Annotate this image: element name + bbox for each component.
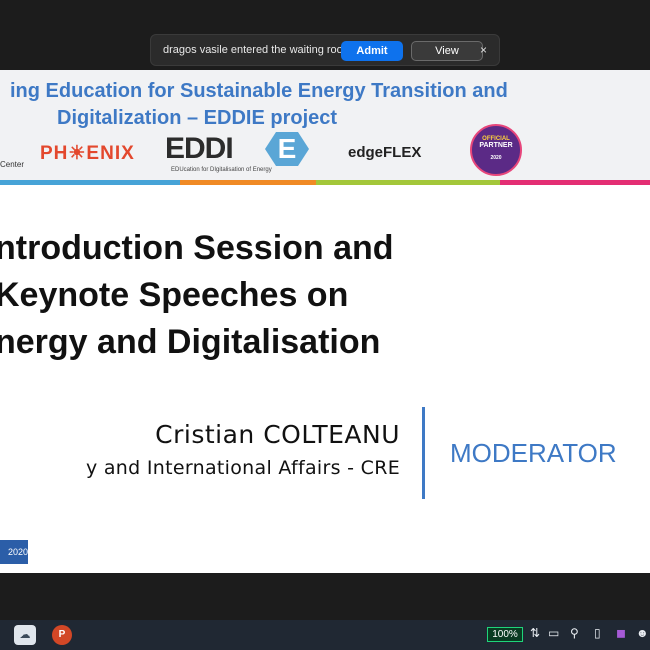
view-button[interactable]: View (411, 41, 483, 61)
cloud-icon[interactable]: ☁ (14, 625, 36, 645)
stripe-orange (180, 180, 316, 185)
slide-header: ing Education for Sustainable Energy Tra… (0, 70, 650, 185)
phoenix-logo: PH☀ENIX (40, 143, 135, 164)
speaker-name: Cristian COLTEANU (155, 420, 400, 449)
session-title: ntroduction Session and Keynote Speeches… (0, 225, 515, 366)
meeting-top-bar: dragos vasile entered the waiting room A… (0, 0, 650, 70)
phone-icon[interactable]: ▯ (594, 626, 601, 640)
shared-slide: ing Education for Sustainable Energy Tra… (0, 70, 650, 573)
color-stripes (0, 180, 650, 185)
people-icon[interactable]: ☻ (636, 626, 649, 640)
stripe-blue (0, 180, 180, 185)
eddie-logo-text: EDDI (165, 132, 234, 165)
partner-logos: Center PH☀ENIX EDDI E EDUcation for DIgi… (0, 122, 650, 180)
center-logo-text: Center (0, 160, 25, 169)
sync-icon[interactable]: ⇅ (530, 626, 540, 640)
session-title-line2: Keynote Speeches on (0, 276, 349, 314)
meeting-bottom-area (0, 573, 650, 620)
notification-message: dragos vasile entered the waiting room (163, 44, 352, 56)
edgeflex-logo: edgeFLEX (348, 122, 432, 174)
onenote-icon[interactable]: ◼ (616, 626, 626, 640)
moderator-tag: MODERATOR (450, 438, 617, 468)
powerpoint-icon[interactable]: P (52, 625, 72, 645)
eu-badge: 2020 (0, 540, 28, 564)
vertical-divider (422, 407, 425, 499)
note-icon[interactable]: ▭ (548, 626, 559, 640)
taskbar: ☁ P 100% ⇅ ▭ ⚲ ▯ ◼ ☻ (0, 620, 650, 650)
header-title-line1: ing Education for Sustainable Energy Tra… (10, 80, 508, 102)
eddie-hex-icon: E (265, 132, 309, 166)
partner-badge-year: 2020 (490, 155, 502, 161)
eddie-logo-subtitle: EDUcation for DIgitalisation of Energy (171, 167, 272, 173)
official-partner-badge: OFFICIAL PARTNER 2020 (470, 124, 522, 176)
stripe-green (316, 180, 500, 185)
pin-icon[interactable]: ⚲ (570, 626, 579, 640)
session-title-line1: ntroduction Session and (0, 229, 394, 267)
stripe-pink (500, 180, 650, 185)
battery-indicator[interactable]: 100% (487, 627, 523, 642)
waiting-room-notification: dragos vasile entered the waiting room A… (150, 34, 500, 66)
eddie-logo: EDDI E EDUcation for DIgitalisation of E… (165, 132, 315, 176)
partner-badge-line2: PARTNER (479, 142, 513, 149)
speaker-role: y and International Affairs - CRE (85, 457, 400, 479)
session-title-line3: nergy and Digitalisation (0, 323, 381, 361)
admit-button[interactable]: Admit (341, 41, 403, 61)
close-icon[interactable]: × (480, 43, 487, 57)
edgeflex-logo-text: edgeFLEX (348, 144, 422, 161)
